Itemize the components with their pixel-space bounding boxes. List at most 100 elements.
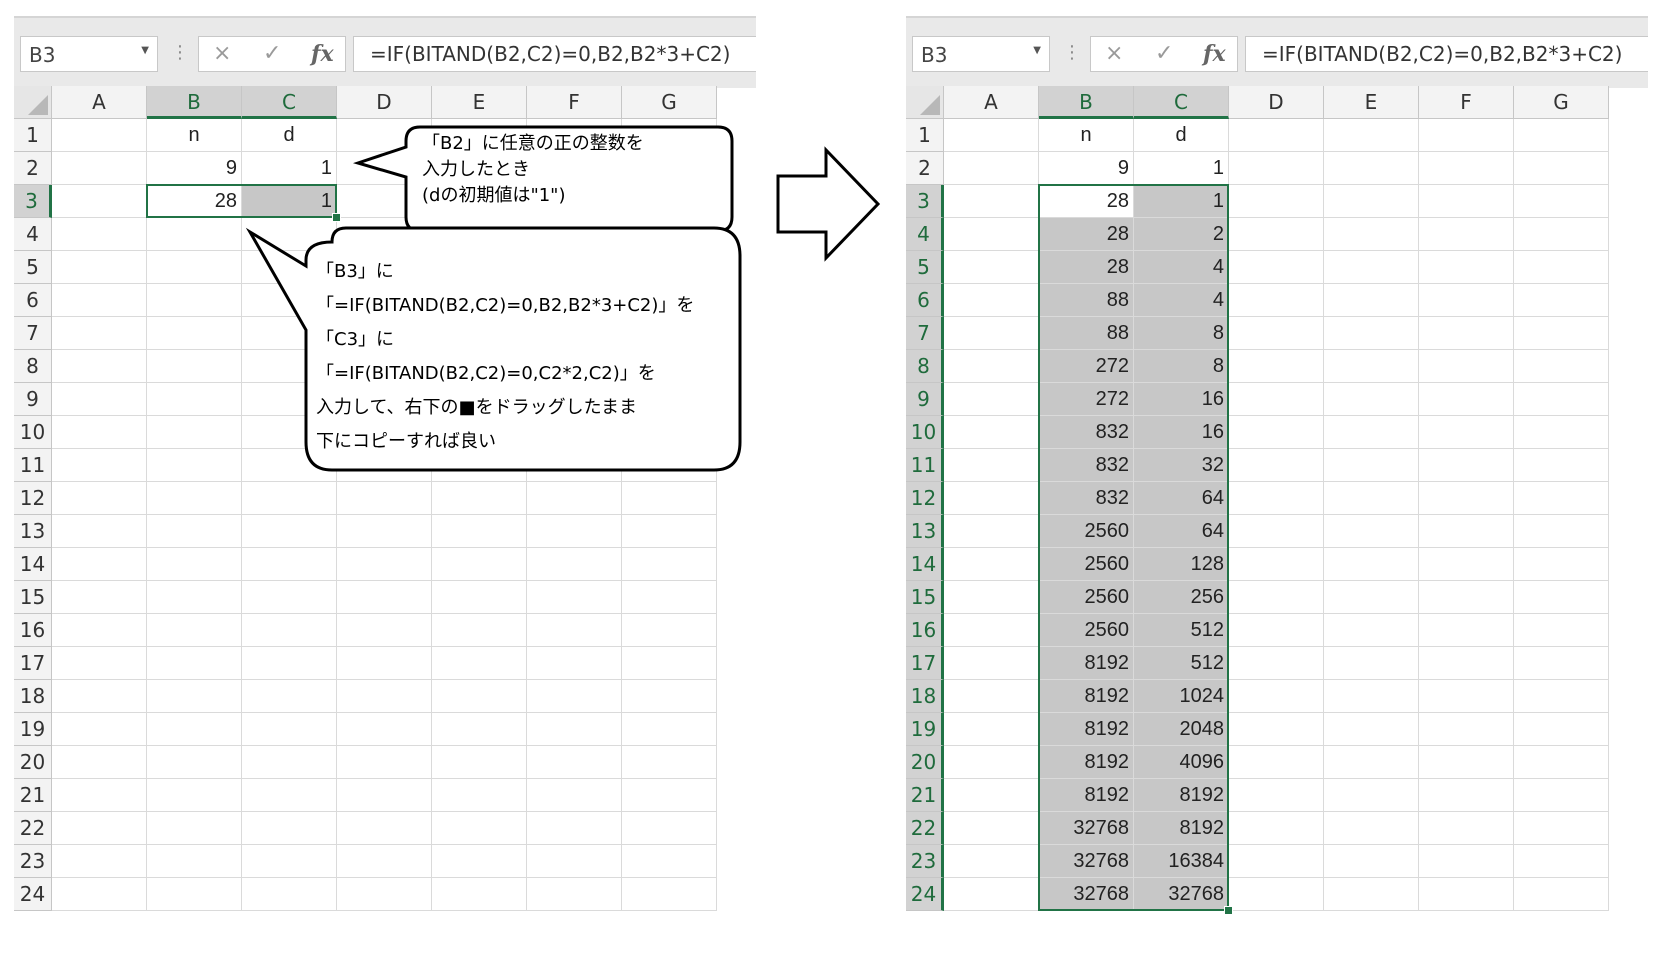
cell-d22[interactable] (337, 812, 432, 845)
cell-a5[interactable] (52, 251, 147, 284)
cell-a6[interactable] (944, 284, 1039, 317)
cell-b5[interactable] (147, 251, 242, 284)
cell-a17[interactable] (52, 647, 147, 680)
cell-e2[interactable] (1324, 152, 1419, 185)
cell-f19[interactable] (1419, 713, 1514, 746)
cell-e10[interactable] (1324, 416, 1419, 449)
cell-a16[interactable] (944, 614, 1039, 647)
cell-f13[interactable] (1419, 515, 1514, 548)
cell-d9[interactable] (1229, 383, 1324, 416)
cell-a20[interactable] (944, 746, 1039, 779)
cell-c10[interactable]: 16 (1134, 416, 1229, 449)
cell-b20[interactable]: 8192 (1039, 746, 1134, 779)
cell-g7[interactable] (1514, 317, 1609, 350)
cell-b14[interactable]: 2560 (1039, 548, 1134, 581)
cell-f22[interactable] (1419, 812, 1514, 845)
cell-d15[interactable] (1229, 581, 1324, 614)
column-header-f[interactable]: F (1419, 86, 1514, 119)
cell-a9[interactable] (944, 383, 1039, 416)
row-header-18[interactable]: 18 (906, 680, 944, 713)
column-header-b[interactable]: B (1039, 86, 1134, 119)
cell-a23[interactable] (944, 845, 1039, 878)
cell-c16[interactable]: 512 (1134, 614, 1229, 647)
cell-f9[interactable] (1419, 383, 1514, 416)
cell-g19[interactable] (622, 713, 717, 746)
cell-b7[interactable] (147, 317, 242, 350)
cell-g18[interactable] (622, 680, 717, 713)
row-header-2[interactable]: 2 (14, 152, 52, 185)
cell-d13[interactable] (1229, 515, 1324, 548)
cell-c17[interactable] (242, 647, 337, 680)
cell-f23[interactable] (1419, 845, 1514, 878)
cell-d12[interactable] (337, 482, 432, 515)
row-header-9[interactable]: 9 (14, 383, 52, 416)
row-header-6[interactable]: 6 (14, 284, 52, 317)
cell-a14[interactable] (52, 548, 147, 581)
cell-c3[interactable]: 1 (1134, 185, 1229, 218)
row-header-5[interactable]: 5 (14, 251, 52, 284)
row-header-8[interactable]: 8 (14, 350, 52, 383)
cell-f4[interactable] (1419, 218, 1514, 251)
cell-a1[interactable] (52, 119, 147, 152)
cell-c6[interactable]: 4 (1134, 284, 1229, 317)
cell-a21[interactable] (944, 779, 1039, 812)
cell-d17[interactable] (337, 647, 432, 680)
row-header-18[interactable]: 18 (14, 680, 52, 713)
cell-b21[interactable] (147, 779, 242, 812)
cell-c1[interactable]: d (1134, 119, 1229, 152)
row-header-22[interactable]: 22 (14, 812, 52, 845)
cell-d13[interactable] (337, 515, 432, 548)
cancel-icon[interactable]: × (213, 41, 231, 66)
cell-e23[interactable] (432, 845, 527, 878)
cell-f14[interactable] (527, 548, 622, 581)
vertical-dots-icon[interactable]: ⋮ (1063, 44, 1081, 62)
cell-e16[interactable] (1324, 614, 1419, 647)
cell-c15[interactable] (242, 581, 337, 614)
cell-e24[interactable] (432, 878, 527, 911)
cell-g24[interactable] (1514, 878, 1609, 911)
row-header-4[interactable]: 4 (14, 218, 52, 251)
cell-d19[interactable] (1229, 713, 1324, 746)
cell-b16[interactable] (147, 614, 242, 647)
cell-a9[interactable] (52, 383, 147, 416)
row-header-23[interactable]: 23 (906, 845, 944, 878)
cell-b21[interactable]: 8192 (1039, 779, 1134, 812)
cell-b19[interactable] (147, 713, 242, 746)
column-header-d[interactable]: D (1229, 86, 1324, 119)
cell-f12[interactable] (1419, 482, 1514, 515)
cell-b11[interactable] (147, 449, 242, 482)
cell-d1[interactable] (1229, 119, 1324, 152)
row-header-15[interactable]: 15 (14, 581, 52, 614)
cell-c13[interactable]: 64 (1134, 515, 1229, 548)
cell-b15[interactable] (147, 581, 242, 614)
row-header-14[interactable]: 14 (14, 548, 52, 581)
cell-g4[interactable] (1514, 218, 1609, 251)
cell-g17[interactable] (1514, 647, 1609, 680)
row-header-7[interactable]: 7 (14, 317, 52, 350)
enter-icon[interactable]: ✓ (1155, 41, 1173, 66)
cell-g1[interactable] (1514, 119, 1609, 152)
cell-f24[interactable] (527, 878, 622, 911)
row-header-17[interactable]: 17 (906, 647, 944, 680)
cell-c18[interactable]: 1024 (1134, 680, 1229, 713)
enter-icon[interactable]: ✓ (263, 41, 281, 66)
column-header-b[interactable]: B (147, 86, 242, 119)
row-header-4[interactable]: 4 (906, 218, 944, 251)
row-header-9[interactable]: 9 (906, 383, 944, 416)
cell-a11[interactable] (52, 449, 147, 482)
cell-f7[interactable] (1419, 317, 1514, 350)
cell-b9[interactable] (147, 383, 242, 416)
cell-b5[interactable]: 28 (1039, 251, 1134, 284)
cell-g15[interactable] (1514, 581, 1609, 614)
cell-e20[interactable] (432, 746, 527, 779)
cell-e17[interactable] (432, 647, 527, 680)
row-header-19[interactable]: 19 (14, 713, 52, 746)
cell-a13[interactable] (944, 515, 1039, 548)
cell-c7[interactable]: 8 (1134, 317, 1229, 350)
cell-d18[interactable] (337, 680, 432, 713)
cell-f2[interactable] (1419, 152, 1514, 185)
row-header-1[interactable]: 1 (14, 119, 52, 152)
cell-g5[interactable] (1514, 251, 1609, 284)
cell-b4[interactable] (147, 218, 242, 251)
fill-handle[interactable] (1224, 906, 1233, 915)
